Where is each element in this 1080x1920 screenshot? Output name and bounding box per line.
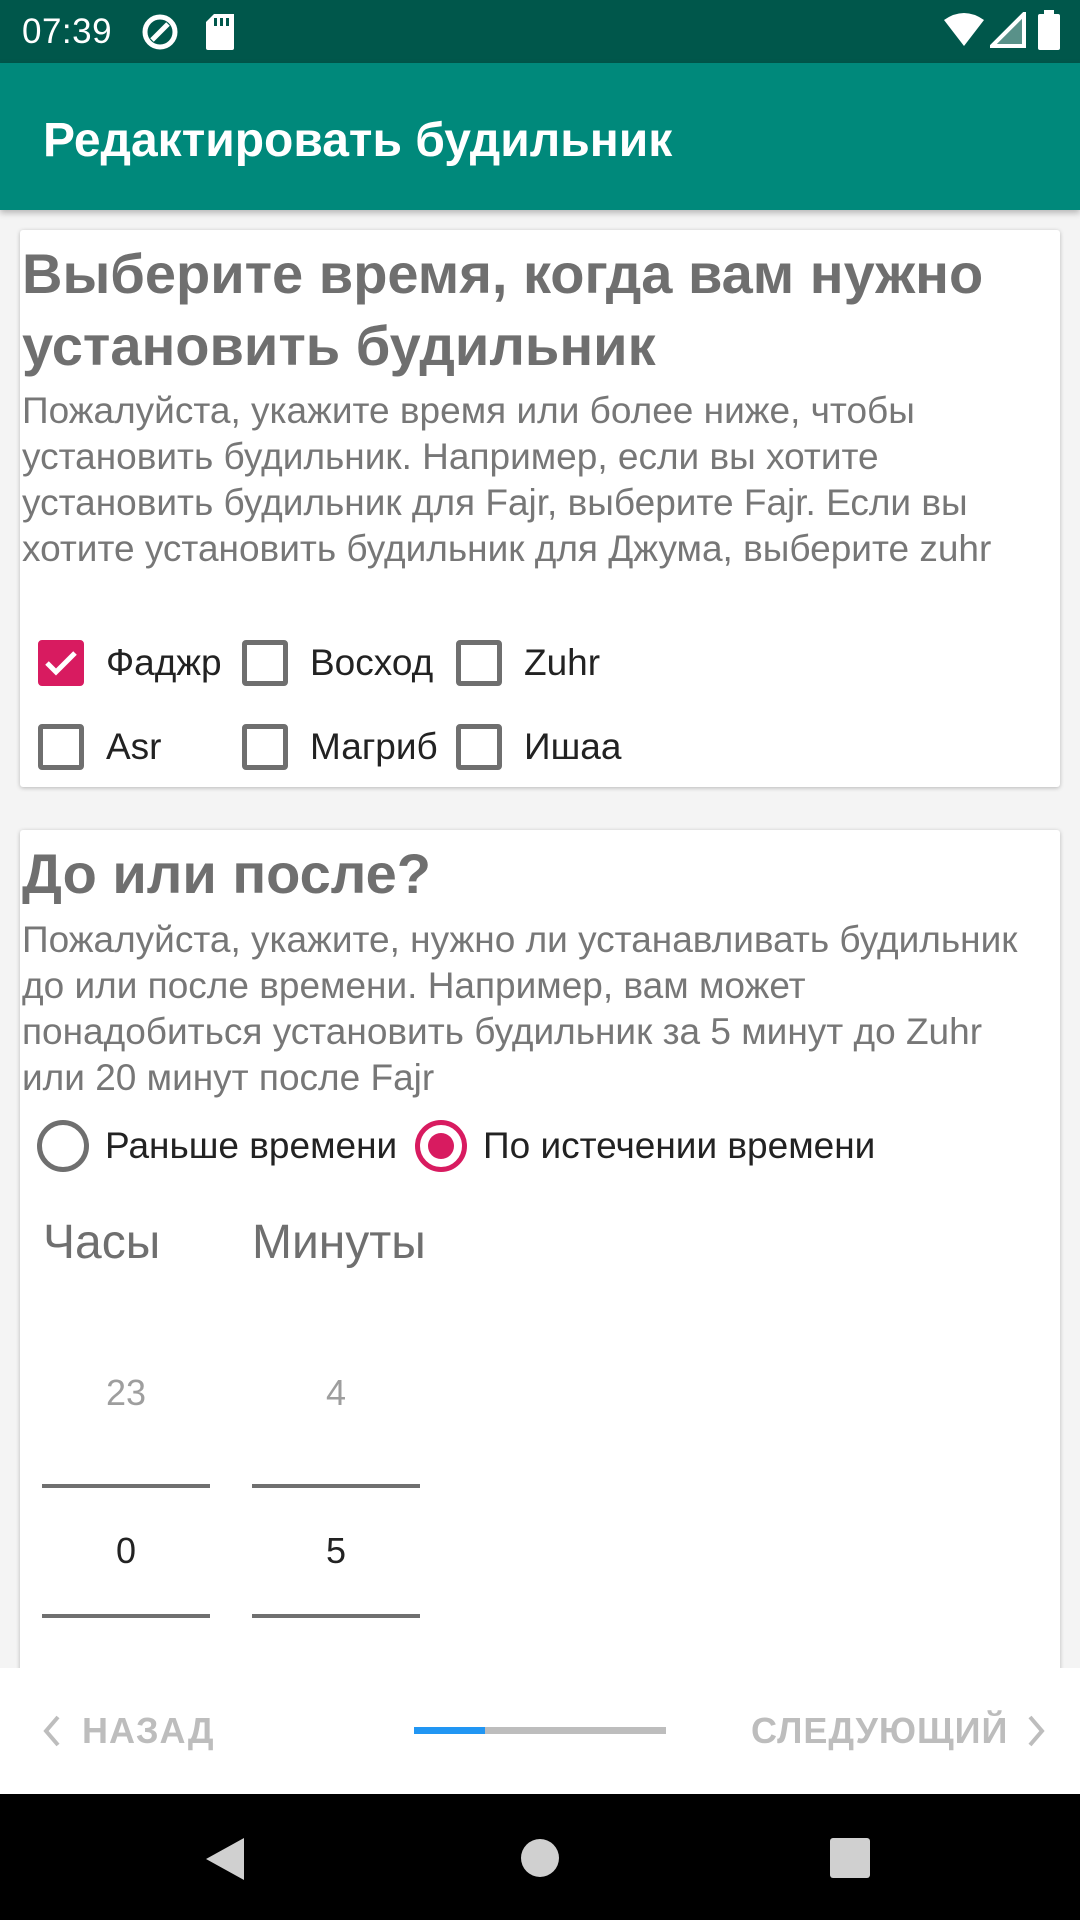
radio-checked-icon	[415, 1120, 467, 1172]
next-label: СЛЕДУЮЩИЙ	[751, 1710, 1009, 1751]
checkbox-unchecked-icon	[242, 724, 288, 770]
checkbox-unchecked-icon	[38, 724, 84, 770]
prayer-selection-card: Выберите время, когда вам нужно установи…	[20, 230, 1060, 787]
hours-picker-divider	[42, 1614, 210, 1618]
minutes-previous-value[interactable]: 4	[252, 1372, 420, 1414]
checkbox-unchecked-icon	[456, 640, 502, 686]
status-time: 07:39	[22, 12, 113, 51]
checkbox-label: Фаджр	[106, 642, 222, 683]
checkbox-checked-icon	[38, 640, 84, 686]
hours-previous-value[interactable]: 23	[42, 1372, 210, 1414]
timing-card-title: До или после?	[22, 842, 431, 905]
home-nav-icon[interactable]	[520, 1838, 560, 1878]
app-bar: Редактировать будильник	[0, 63, 1080, 210]
checkbox-label: Восход	[310, 642, 434, 683]
timing-card-description: Пожалуйста, укажите, нужно ли устанавлив…	[22, 919, 1018, 1098]
checkbox-label: Магриб	[310, 726, 438, 767]
checkbox-label: Ишаа	[524, 726, 622, 767]
hours-label: Часы	[43, 1216, 161, 1269]
signal-icon	[990, 12, 1026, 48]
checkbox-maghrib[interactable]: Магриб	[242, 712, 438, 782]
hours-picker-divider	[42, 1484, 210, 1488]
checkbox-fajr[interactable]: Фаджр	[38, 628, 222, 698]
chevron-left-icon	[43, 1715, 60, 1747]
back-nav-icon[interactable]	[204, 1836, 246, 1882]
radio-label: По истечении времени	[483, 1125, 876, 1166]
sync-icon	[142, 14, 178, 50]
chevron-right-icon	[1028, 1715, 1046, 1747]
sd-card-icon	[206, 14, 234, 50]
checkbox-label: Zuhr	[524, 642, 601, 683]
checkbox-asr[interactable]: Asr	[38, 712, 162, 782]
system-navigation-bar	[0, 1794, 1080, 1920]
hours-picker[interactable]: 0	[42, 1530, 210, 1572]
page-title: Редактировать будильник	[43, 114, 673, 167]
prayer-card-description: Пожалуйста, укажите время или более ниже…	[22, 390, 992, 569]
minutes-label: Минуты	[252, 1216, 426, 1269]
back-label: НАЗАД	[82, 1710, 215, 1751]
wizard-navigation: НАЗАД СЛЕДУЮЩИЙ	[0, 1668, 1080, 1794]
checkbox-sunrise[interactable]: Восход	[242, 628, 433, 698]
checkbox-unchecked-icon	[242, 640, 288, 686]
checkbox-unchecked-icon	[456, 724, 502, 770]
back-button[interactable]: НАЗАД	[38, 1710, 215, 1752]
minutes-picker-divider	[252, 1484, 420, 1488]
radio-label: Раньше времени	[105, 1125, 398, 1166]
checkbox-isha[interactable]: Ишаа	[456, 712, 621, 782]
radio-before-time[interactable]: Раньше времени	[37, 1115, 397, 1177]
battery-icon	[1038, 10, 1060, 50]
prayer-card-title: Выберите время, когда вам нужно установи…	[22, 242, 984, 377]
next-button[interactable]: СЛЕДУЮЩИЙ	[751, 1710, 1050, 1752]
progress-fill	[414, 1727, 485, 1734]
status-bar: 07:39	[0, 0, 1080, 63]
checkbox-label: Asr	[106, 726, 162, 767]
checkbox-zuhr[interactable]: Zuhr	[456, 628, 600, 698]
progress-bar	[414, 1727, 666, 1734]
radio-after-time[interactable]: По истечении времени	[415, 1115, 875, 1177]
recents-nav-icon[interactable]	[830, 1838, 870, 1878]
wifi-icon	[944, 13, 984, 46]
minutes-picker-divider	[252, 1614, 420, 1618]
minutes-picker[interactable]: 5	[252, 1530, 420, 1572]
radio-unchecked-icon	[37, 1120, 89, 1172]
